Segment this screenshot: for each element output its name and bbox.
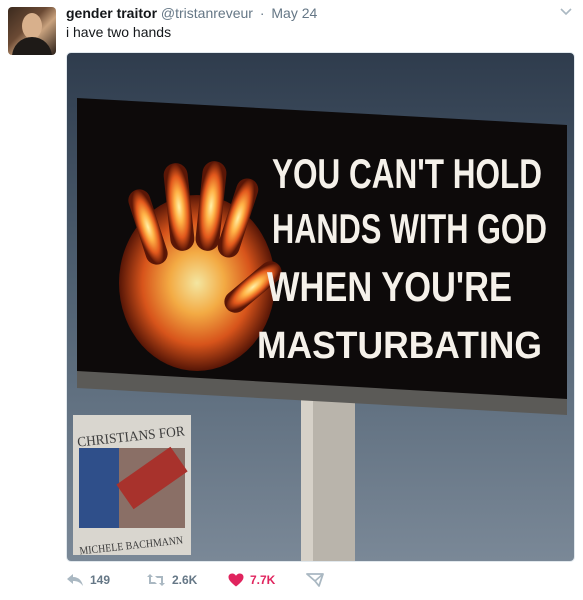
billboard-line-4: MASTURBATING	[257, 325, 542, 367]
tweet-media-image[interactable]: YOU CAN'T HOLD HANDS WITH GOD WHEN YOU'R…	[66, 52, 575, 562]
chevron-down-icon[interactable]	[559, 5, 573, 19]
campaign-sign: CHRISTIANS FOR MICHELE BACHMANN	[73, 415, 191, 557]
tweet: gender traitor @tristanreveur · May 24 i…	[0, 0, 583, 600]
reply-icon	[67, 574, 83, 586]
like-button[interactable]: 7.7K	[228, 570, 275, 590]
display-name[interactable]: gender traitor	[66, 5, 157, 21]
separator-dot: ·	[259, 5, 265, 21]
billboard-line-2: HANDS WITH GOD	[272, 205, 547, 252]
retweet-count: 2.6K	[172, 573, 198, 587]
retweet-button[interactable]: 2.6K	[146, 570, 197, 590]
direct-message-button[interactable]	[306, 570, 324, 590]
tweet-header: gender traitor @tristanreveur · May 24	[66, 5, 317, 23]
avatar-shoulders	[12, 37, 52, 55]
heart-icon	[228, 573, 244, 587]
user-handle[interactable]: @tristanreveur	[161, 5, 253, 21]
envelope-icon	[306, 573, 324, 587]
billboard-line-1: YOU CAN'T HOLD	[272, 150, 542, 197]
billboard-line-3: WHEN YOU'RE	[267, 263, 512, 310]
pole-highlight	[301, 393, 313, 561]
reply-count: 149	[90, 573, 111, 587]
tweet-text: i have two hands	[66, 24, 172, 40]
avatar-face	[22, 13, 42, 39]
like-count: 7.7K	[250, 573, 276, 587]
reply-button[interactable]: 149	[66, 570, 110, 590]
tweet-date[interactable]: May 24	[271, 5, 317, 21]
retweet-icon	[147, 574, 165, 586]
avatar[interactable]	[8, 7, 56, 55]
